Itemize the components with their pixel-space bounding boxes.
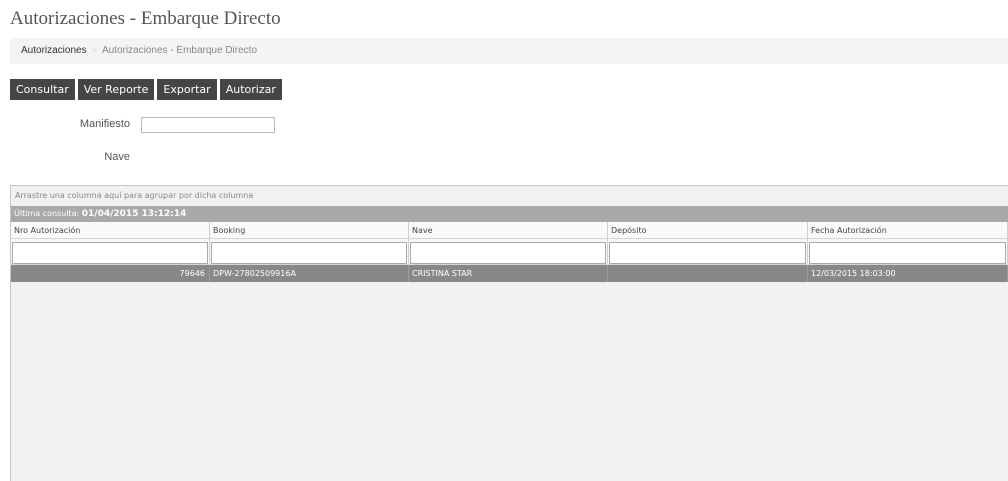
last-query-bar: Última consulta: 01/04/2015 13:12:14 <box>11 206 1008 222</box>
breadcrumb: Autorizaciones › Autorizaciones - Embarque… <box>10 38 1008 64</box>
column-header-booking[interactable]: Booking <box>210 222 409 239</box>
filter-cell <box>808 239 1008 265</box>
grid-filter-row <box>11 239 1008 265</box>
breadcrumb-current: Autorizaciones - Embarque Directo <box>101 45 258 56</box>
last-query-value: 01/04/2015 13:12:14 <box>81 209 187 219</box>
filter-nave-input[interactable] <box>410 242 606 264</box>
table-row[interactable]: 79646 DPW-27802509916A CRISTINA STAR 12/… <box>11 265 1008 282</box>
cell-nro-autorizacion: 79646 <box>11 265 210 282</box>
filter-booking-input[interactable] <box>211 242 407 264</box>
page-title: Autorizaciones - Embarque Directo <box>10 8 281 29</box>
column-header-nro-autorizacion[interactable]: Nro Autorización <box>11 222 210 239</box>
manifiesto-input[interactable] <box>141 117 275 133</box>
column-header-nave[interactable]: Nave <box>409 222 608 239</box>
breadcrumb-root-link[interactable]: Autorizaciones <box>21 45 87 56</box>
cell-fecha-autorizacion: 12/03/2015 18:03:00 <box>808 265 1008 282</box>
filter-cell <box>11 239 210 265</box>
filter-cell <box>608 239 808 265</box>
cell-deposito <box>608 265 808 282</box>
filter-fecha-autorizacion-input[interactable] <box>809 242 1006 264</box>
autorizar-button[interactable]: Autorizar <box>219 79 282 100</box>
manifiesto-label: Manifiesto <box>79 118 130 130</box>
consultar-button[interactable]: Consultar <box>10 79 75 100</box>
column-header-deposito[interactable]: Depósito <box>608 222 808 239</box>
filter-nro-autorizacion-input[interactable] <box>12 242 208 264</box>
filter-cell <box>409 239 608 265</box>
results-grid: Arrastre una columna aquí para agrupar p… <box>10 185 1008 481</box>
cell-nave: CRISTINA STAR <box>409 265 608 282</box>
column-header-fecha-autorizacion[interactable]: Fecha Autorización <box>808 222 1008 239</box>
filter-cell <box>210 239 409 265</box>
group-by-panel[interactable]: Arrastre una columna aquí para agrupar p… <box>11 186 1008 206</box>
breadcrumb-separator: › <box>92 45 96 56</box>
cell-booking: DPW-27802509916A <box>210 265 409 282</box>
ver-reporte-button[interactable]: Ver Reporte <box>77 79 155 100</box>
grid-header-row: Nro Autorización Booking Nave Depósito F… <box>11 222 1008 239</box>
toolbar: Consultar Ver Reporte Exportar Autorizar <box>10 79 285 100</box>
exportar-button[interactable]: Exportar <box>157 79 217 100</box>
filter-deposito-input[interactable] <box>609 242 806 264</box>
nave-label: Nave <box>104 151 130 163</box>
last-query-label: Última consulta: <box>14 209 80 218</box>
